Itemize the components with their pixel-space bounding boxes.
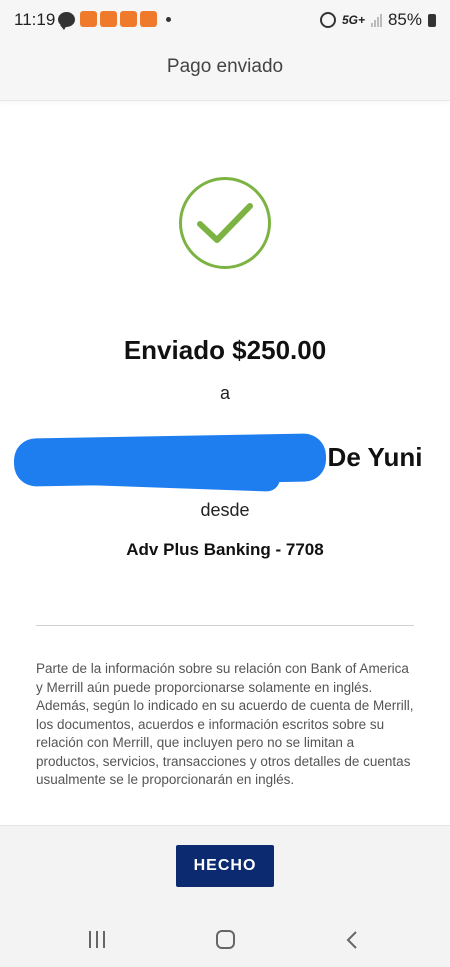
battery-percent: 85% — [387, 10, 422, 29]
to-label: a — [219, 383, 230, 403]
chat-icon — [58, 11, 75, 30]
divider — [36, 625, 414, 626]
from-label: desde — [200, 500, 250, 520]
source-account: Adv Plus Banking - 7708 — [126, 540, 324, 559]
alarm-icon — [319, 12, 336, 28]
battery-icon — [428, 13, 436, 27]
status-time: 11:19 — [14, 10, 56, 29]
disclaimer-text: Parte de la información sobre su relació… — [36, 661, 414, 787]
app-notification-icon — [140, 11, 157, 27]
status-indicators: 5G+ 85% — [319, 10, 436, 30]
footer: HECHO — [0, 825, 450, 967]
notification-icons — [58, 11, 171, 30]
system-nav-bar — [0, 916, 450, 967]
recent-apps-icon[interactable] — [89, 931, 105, 948]
page-title: Pago enviado — [166, 56, 284, 77]
check-circle-icon — [179, 177, 271, 269]
signal-icon — [370, 13, 382, 27]
more-notifications-dot-icon — [166, 16, 171, 22]
app-notification-icon — [80, 11, 97, 27]
network-label: 5G+ — [341, 13, 365, 27]
app-notification-icon — [100, 11, 117, 27]
app-notification-icon — [120, 11, 137, 27]
header: Pago enviado — [0, 40, 450, 101]
status-bar: 11:19 5G+ 85% — [0, 0, 450, 40]
home-icon[interactable] — [216, 930, 235, 949]
back-icon[interactable] — [344, 930, 360, 950]
recipient-name-visible: De Yuni — [327, 442, 423, 472]
sent-amount: Enviado $250.00 — [123, 335, 327, 365]
done-button[interactable]: HECHO — [176, 845, 274, 887]
